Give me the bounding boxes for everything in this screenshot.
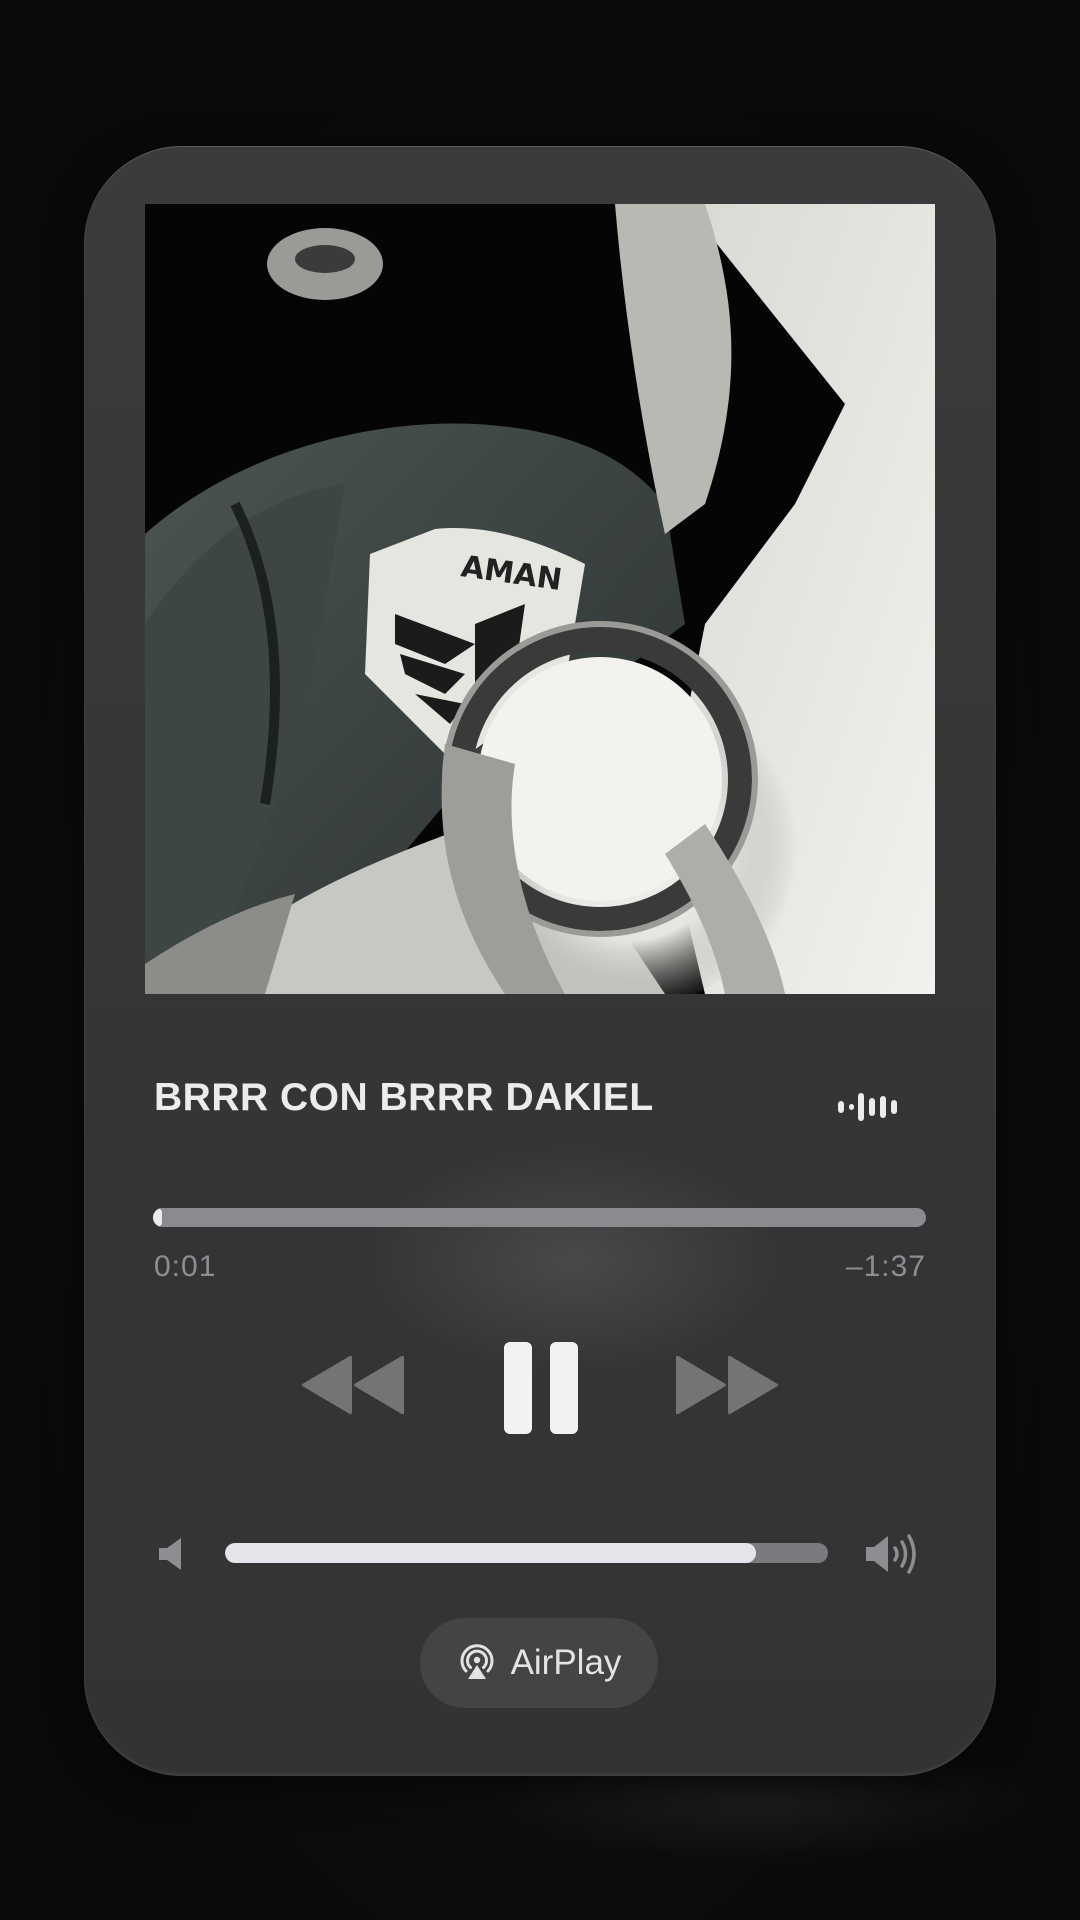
speaker-high-icon (866, 1534, 916, 1574)
elapsed-time: 0:01 (154, 1250, 217, 1283)
airplay-label: AirPlay (510, 1643, 622, 1682)
rewind-button[interactable] (300, 1354, 406, 1416)
album-artwork[interactable]: AMAN (145, 204, 935, 994)
rewind-icon (302, 1355, 404, 1415)
airplay-button[interactable]: AirPlay (420, 1618, 658, 1708)
pause-button[interactable] (502, 1340, 580, 1436)
lock-screen-background: AMAN BRRR CON BRRR DAKIEL 0:01 –1:37 (0, 0, 1080, 1920)
fast-forward-icon (676, 1355, 778, 1415)
speaker-low-icon (159, 1538, 181, 1570)
album-artwork-image: AMAN (145, 204, 935, 994)
volume-fill (225, 1543, 756, 1563)
remaining-time: –1:37 (845, 1250, 926, 1283)
airplay-icon (460, 1644, 493, 1679)
fast-forward-button[interactable] (674, 1354, 780, 1416)
playback-progress-slider[interactable] (153, 1208, 926, 1227)
audio-waveform-icon (838, 1093, 897, 1121)
song-title[interactable]: BRRR CON BRRR DAKIEL (154, 1076, 654, 1120)
volume-slider[interactable] (225, 1543, 828, 1563)
pause-icon (504, 1342, 578, 1434)
